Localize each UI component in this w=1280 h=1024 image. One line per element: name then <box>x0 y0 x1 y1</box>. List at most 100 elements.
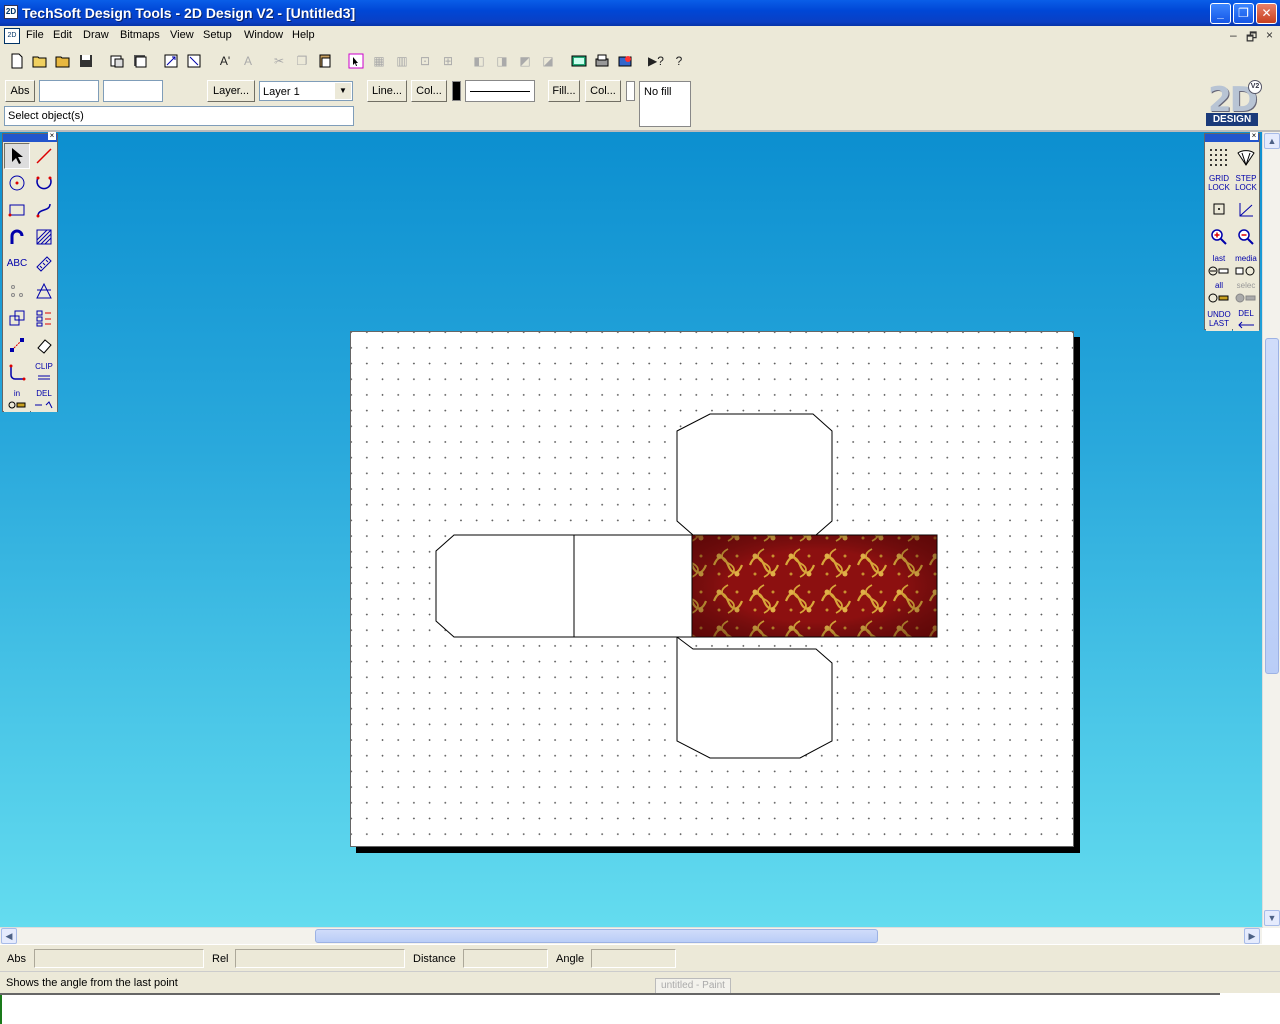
save-as-icon[interactable] <box>129 50 151 72</box>
document-icon[interactable]: 2D <box>4 28 20 44</box>
save-icon[interactable] <box>75 50 97 72</box>
palette-header[interactable]: × <box>3 132 57 142</box>
fan-icon[interactable] <box>1233 143 1259 169</box>
circle-tool[interactable] <box>4 170 30 196</box>
fill-color-button[interactable]: Col... <box>585 80 621 102</box>
zoom-last-button[interactable]: last <box>1206 251 1232 277</box>
undo-last-button[interactable]: UNDO LAST <box>1206 305 1232 331</box>
step-lock-button[interactable]: STEP LOCK <box>1233 170 1259 196</box>
line-style-preview[interactable] <box>465 80 535 102</box>
zoom-out-icon[interactable] <box>1233 224 1259 250</box>
open-file-icon[interactable] <box>29 50 51 72</box>
vertical-scrollbar[interactable]: ▲ ▼ <box>1262 132 1280 928</box>
select-pointer-tool[interactable] <box>4 143 30 169</box>
mdi-close-button[interactable]: × <box>1266 28 1273 42</box>
hatch-tool[interactable] <box>31 224 57 250</box>
construction-tool[interactable] <box>31 278 57 304</box>
erase-tool[interactable] <box>31 332 57 358</box>
axis-icon[interactable] <box>1233 197 1259 223</box>
menu-edit[interactable]: Edit <box>53 29 72 41</box>
menu-draw[interactable]: Draw <box>83 29 109 41</box>
zoom-all-button[interactable]: all <box>1206 278 1232 304</box>
abs-button[interactable]: Abs <box>5 80 35 102</box>
chevron-down-icon[interactable]: ▼ <box>335 83 351 99</box>
menu-help[interactable]: Help <box>292 29 315 41</box>
align-icon[interactable]: ⊡ <box>414 50 436 72</box>
scale-tool[interactable] <box>4 305 30 331</box>
left-end-panel[interactable] <box>435 534 575 638</box>
cut-icon[interactable]: ✂ <box>268 50 290 72</box>
print-icon[interactable] <box>591 50 613 72</box>
send-back-icon[interactable]: ◨ <box>491 50 513 72</box>
export-icon[interactable] <box>614 50 636 72</box>
text-style-icon[interactable]: A' <box>214 50 236 72</box>
layer-select[interactable]: Layer 1 ▼ <box>259 81 353 101</box>
line-button[interactable]: Line... <box>367 80 407 102</box>
fillet-tool[interactable] <box>4 359 30 385</box>
close-button[interactable]: ✕ <box>1256 3 1277 24</box>
horizontal-scroll-thumb[interactable] <box>315 929 878 943</box>
grid-dots-icon[interactable] <box>1206 143 1232 169</box>
array-tool[interactable] <box>31 305 57 331</box>
horizontal-scrollbar[interactable]: ◀ ▶ <box>0 927 1262 944</box>
scroll-right-arrow[interactable]: ▶ <box>1244 928 1260 944</box>
minimize-button[interactable]: _ <box>1210 3 1231 24</box>
arc-tool[interactable] <box>31 170 57 196</box>
select-all-icon[interactable] <box>345 50 367 72</box>
zoom-fit-icon[interactable] <box>160 50 182 72</box>
zoom-selection-button[interactable]: selec <box>1233 278 1259 304</box>
menu-window[interactable]: Window <box>244 29 283 41</box>
ungroup-icon[interactable]: ▥ <box>391 50 413 72</box>
open-folder-icon[interactable] <box>52 50 74 72</box>
app-icon[interactable]: 2D <box>4 5 18 19</box>
paste-icon[interactable] <box>314 50 336 72</box>
layer-button[interactable]: Layer... <box>207 80 255 102</box>
menu-setup[interactable]: Setup <box>203 29 232 41</box>
line-tool[interactable] <box>31 143 57 169</box>
grid-lock-button[interactable]: GRID LOCK <box>1206 170 1232 196</box>
menu-view[interactable]: View <box>170 29 194 41</box>
rectangle-tool[interactable] <box>4 197 30 223</box>
scroll-left-arrow[interactable]: ◀ <box>1 928 17 944</box>
top-flap[interactable] <box>676 413 833 536</box>
text-tool[interactable]: ABC <box>4 251 30 277</box>
menu-file[interactable]: File <box>26 29 44 41</box>
center-icon[interactable]: ⊞ <box>437 50 459 72</box>
print-preview-icon[interactable] <box>106 50 128 72</box>
zoom-window-icon[interactable] <box>183 50 205 72</box>
paint-taskbar-ghost[interactable]: untitled - Paint <box>655 978 731 994</box>
palette-header[interactable]: × <box>1205 132 1259 142</box>
fill-preview[interactable]: No fill <box>639 81 691 127</box>
bottom-flap[interactable] <box>676 636 833 759</box>
x-coordinate-field[interactable] <box>39 80 99 102</box>
text-edit-icon[interactable]: A <box>237 50 259 72</box>
scroll-down-arrow[interactable]: ▼ <box>1264 910 1280 926</box>
dimension-tool[interactable] <box>31 251 57 277</box>
zoom-media-button[interactable]: media <box>1233 251 1259 277</box>
fill-button[interactable]: Fill... <box>548 80 580 102</box>
clip-tool[interactable]: CLIP <box>31 359 57 385</box>
scroll-up-arrow[interactable]: ▲ <box>1264 133 1280 149</box>
new-file-icon[interactable] <box>6 50 28 72</box>
origin-icon[interactable] <box>1206 197 1232 223</box>
vertical-scroll-thumb[interactable] <box>1265 338 1279 674</box>
menu-bitmaps[interactable]: Bitmaps <box>120 29 160 41</box>
box-net-drawing[interactable] <box>350 331 1074 847</box>
maximize-button[interactable]: ❐ <box>1233 3 1254 24</box>
mdi-minimize-button[interactable]: – <box>1230 28 1237 42</box>
points-tool[interactable] <box>4 278 30 304</box>
delete-last-button[interactable]: DEL <box>1233 305 1259 331</box>
delete-segment-tool[interactable]: DEL <box>31 386 57 412</box>
backward-icon[interactable]: ◪ <box>537 50 559 72</box>
line-color-button[interactable]: Col... <box>411 80 447 102</box>
transform-tool[interactable] <box>4 332 30 358</box>
group-icon[interactable]: ▦ <box>368 50 390 72</box>
close-icon[interactable]: × <box>1250 132 1258 140</box>
screen-icon[interactable] <box>568 50 590 72</box>
forward-icon[interactable]: ◩ <box>514 50 536 72</box>
copy-icon[interactable]: ❐ <box>291 50 313 72</box>
curve-tool[interactable] <box>31 197 57 223</box>
side-panel[interactable] <box>573 534 693 638</box>
offset-tool[interactable] <box>4 224 30 250</box>
help-icon[interactable]: ? <box>668 50 690 72</box>
